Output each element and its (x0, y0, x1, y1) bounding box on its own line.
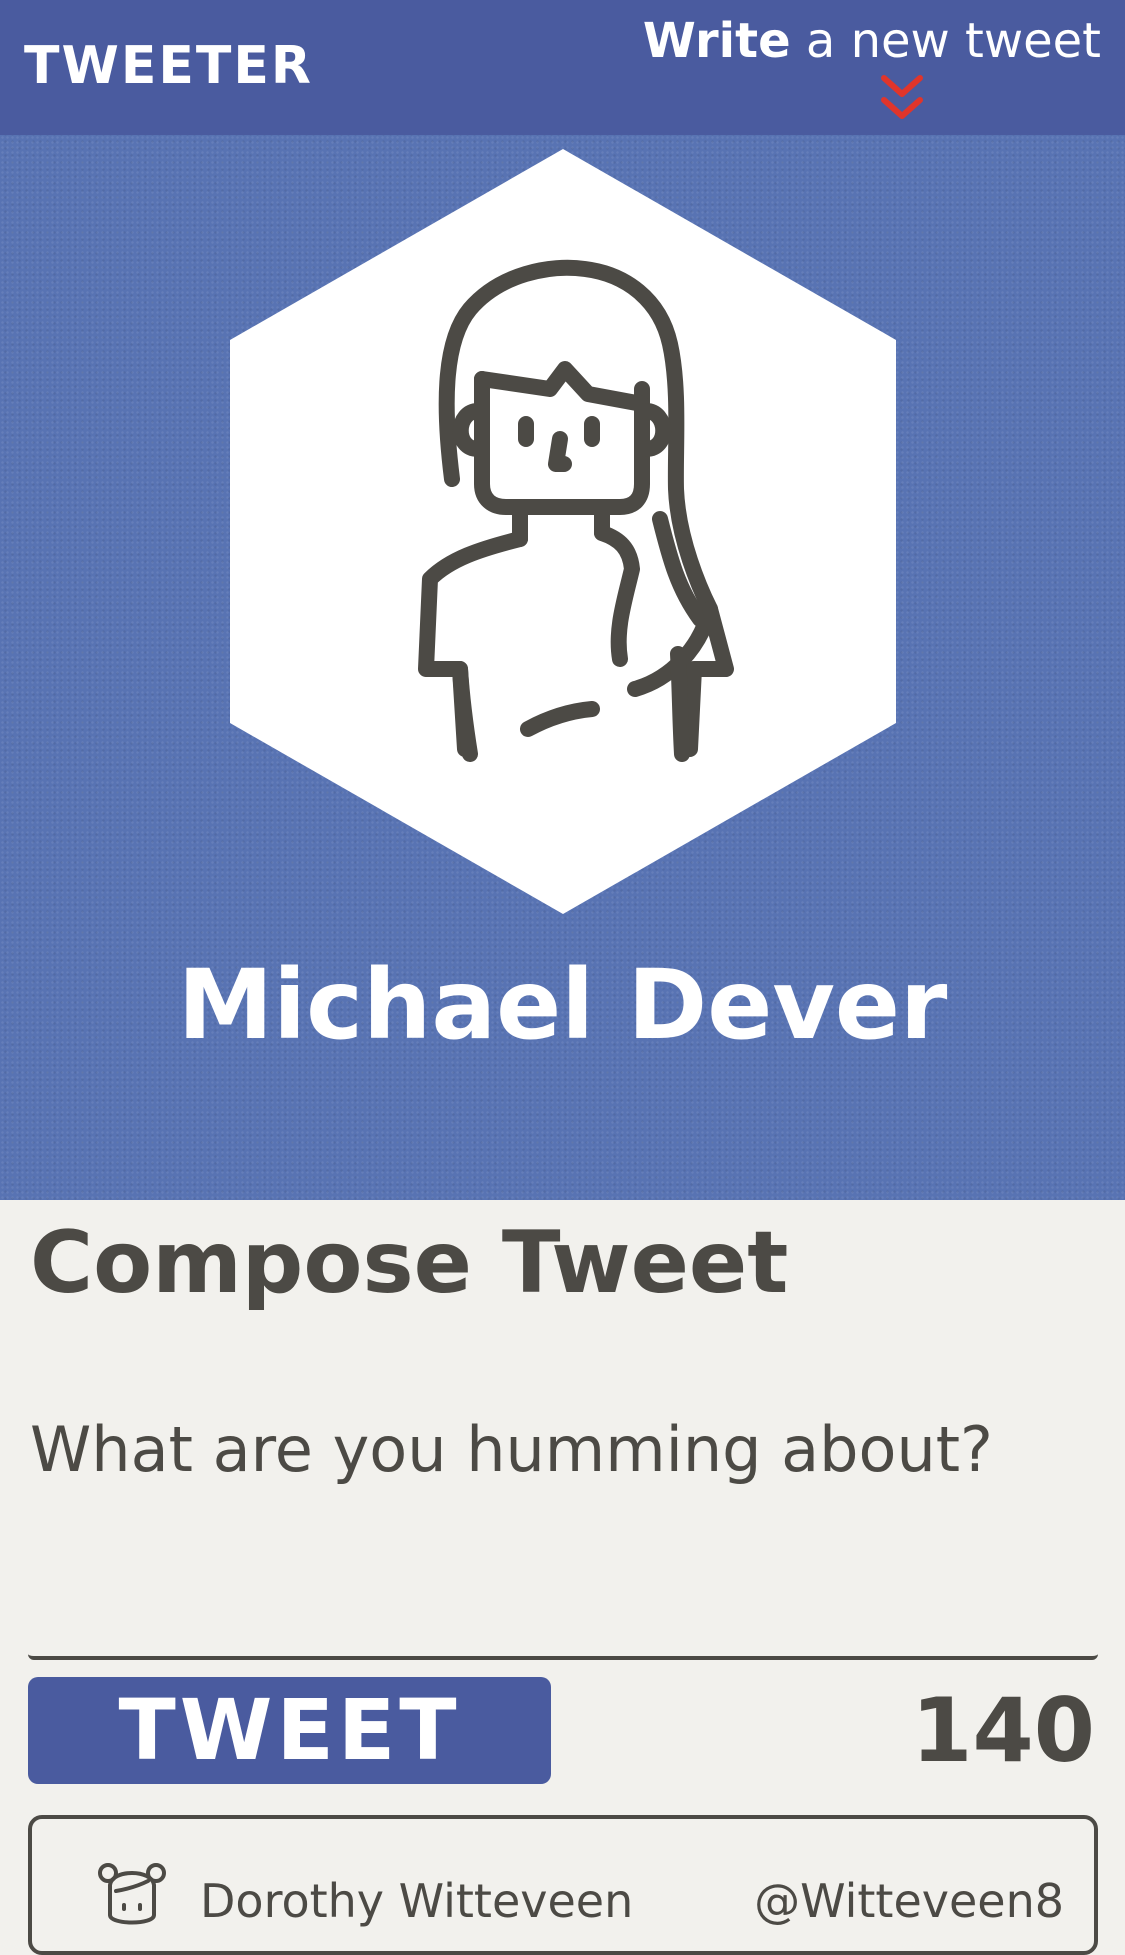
write-link-strong: Write (642, 13, 791, 69)
write-link-rest: a new tweet (790, 13, 1101, 69)
tweet-author-name: Dorothy Witteveen (200, 1874, 634, 1928)
profile-name: Michael Dever (177, 949, 948, 1061)
navbar: TWEETER Write a new tweet (0, 0, 1125, 135)
write-new-tweet-link[interactable]: Write a new tweet (643, 12, 1101, 70)
woman-avatar-icon (230, 149, 896, 914)
double-chevron-down-icon[interactable] (872, 72, 932, 124)
profile-hero: Michael Dever (0, 135, 1125, 1200)
compose-title: Compose Tweet (30, 1213, 789, 1313)
girl-avatar-icon (98, 1863, 166, 1925)
tweet-button[interactable]: TWEET (28, 1677, 551, 1784)
brand-logo[interactable]: TWEETER (24, 36, 313, 96)
tweet-card: Dorothy Witteveen @Witteveen8 (28, 1815, 1098, 1955)
tweet-textarea[interactable] (28, 1495, 1098, 1660)
tweet-author-handle[interactable]: @Witteveen8 (754, 1871, 1064, 1931)
tweet-prompt-label: What are you humming about? (30, 1413, 993, 1486)
char-counter: 140 (911, 1679, 1095, 1782)
